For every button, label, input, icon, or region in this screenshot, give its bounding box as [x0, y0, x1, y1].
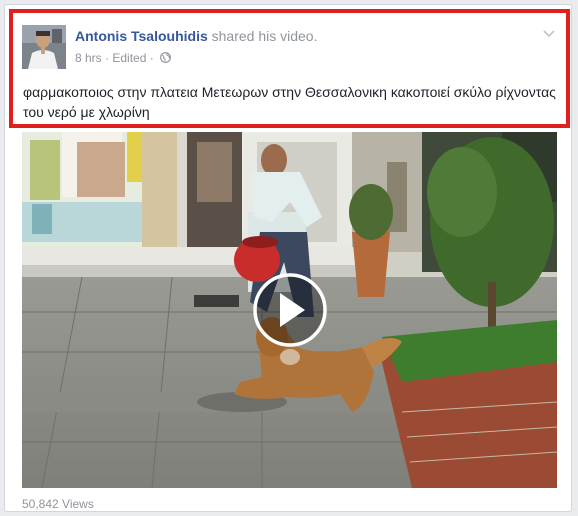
edited-label[interactable]: Edited: [112, 51, 146, 65]
video-player[interactable]: [22, 132, 557, 488]
play-icon[interactable]: [253, 273, 327, 347]
post-time[interactable]: 8 hrs: [75, 51, 102, 65]
action-text: shared his: [211, 28, 277, 44]
video-thumbnail: [22, 132, 557, 488]
post-text: φαρμακοποιος στην πλατεια Μετεωρων στην …: [23, 84, 556, 120]
video-view-count: 50,842 Views: [22, 497, 94, 511]
header-punct: .: [313, 28, 318, 44]
avatar-image: [22, 25, 66, 69]
post-header: Antonis Tsalouhidis shared his video.: [75, 28, 317, 44]
post-meta: 8 hrs · Edited ·: [75, 50, 172, 65]
author-name[interactable]: Antonis Tsalouhidis: [75, 28, 208, 44]
chevron-down-icon[interactable]: [542, 26, 556, 40]
meta-separator: ·: [105, 50, 110, 65]
video-link[interactable]: video: [280, 28, 313, 44]
meta-separator-2: ·: [149, 50, 154, 65]
globe-icon[interactable]: [160, 52, 172, 64]
avatar[interactable]: [22, 25, 66, 69]
